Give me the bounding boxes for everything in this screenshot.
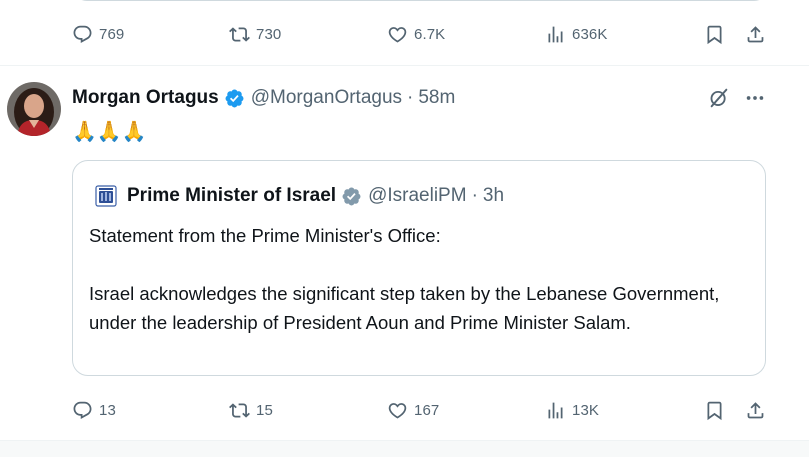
post-divider: [0, 65, 809, 66]
quoted-post-card[interactable]: Prime Minister of Israel @IsraeliPM · 3h…: [72, 160, 766, 376]
post-header: Morgan Ortagus @MorganOrtagus · 58m: [72, 85, 455, 111]
next-post-divider: [0, 440, 809, 457]
like-count: 167: [414, 401, 440, 419]
post-time[interactable]: 58m: [418, 87, 455, 109]
bookmark-button[interactable]: [704, 17, 725, 51]
repost-button[interactable]: 15: [229, 393, 273, 427]
bookmark-button[interactable]: [704, 393, 725, 427]
share-icon: [745, 24, 766, 45]
quoted-author-name[interactable]: Prime Minister of Israel: [127, 185, 336, 207]
reply-icon: [72, 400, 93, 421]
heart-icon: [387, 24, 408, 45]
post-text: 🙏🙏🙏: [72, 120, 147, 143]
view-count: 636K: [572, 25, 608, 43]
share-button[interactable]: [745, 393, 766, 427]
repost-button[interactable]: 730: [229, 17, 281, 51]
views-icon: [545, 400, 566, 421]
views-button[interactable]: 636K: [545, 17, 607, 51]
repost-count: 15: [256, 401, 273, 419]
previous-post-action-bar: 769 730 6.7K 636K: [0, 17, 809, 51]
quoted-author-handle[interactable]: @IsraeliPM: [368, 185, 466, 207]
verified-badge-icon: [224, 88, 245, 109]
reply-count: 769: [99, 25, 125, 43]
more-icon[interactable]: [742, 85, 768, 111]
gray-verified-badge-icon: [341, 186, 362, 207]
avatar-photo: [7, 82, 61, 136]
views-icon: [545, 24, 566, 45]
grok-icon[interactable]: [707, 85, 731, 111]
view-count: 13K: [572, 401, 599, 419]
post-action-bar: 13 15 167 13K: [0, 393, 809, 427]
quoted-post-header: Prime Minister of Israel @IsraeliPM · 3h: [95, 183, 504, 209]
share-button[interactable]: [745, 17, 766, 51]
reply-button[interactable]: 13: [72, 393, 116, 427]
reply-icon: [72, 24, 93, 45]
author-handle[interactable]: @MorganOrtagus: [251, 87, 402, 109]
quoted-post-time[interactable]: 3h: [483, 185, 504, 207]
author-name[interactable]: Morgan Ortagus: [72, 87, 219, 109]
quoted-paragraph: Israel acknowledges the significant step…: [89, 283, 720, 333]
previous-quote-card-edge: [72, 0, 769, 1]
repost-icon: [229, 24, 250, 45]
quoted-separator-dot: ·: [471, 185, 478, 206]
like-button[interactable]: 167: [387, 393, 439, 427]
share-icon: [745, 400, 766, 421]
bookmark-icon: [704, 24, 725, 45]
avatar[interactable]: [7, 82, 61, 136]
quoted-post-text: Statement from the Prime Minister's Offi…: [89, 221, 753, 337]
quoted-author-avatar: [95, 185, 117, 207]
reply-button[interactable]: 769: [72, 17, 124, 51]
reply-count: 13: [99, 401, 116, 419]
repost-icon: [229, 400, 250, 421]
bookmark-icon: [704, 400, 725, 421]
separator-dot: ·: [407, 87, 414, 108]
like-count: 6.7K: [414, 25, 446, 43]
like-button[interactable]: 6.7K: [387, 17, 445, 51]
repost-count: 730: [256, 25, 282, 43]
heart-icon: [387, 400, 408, 421]
quoted-paragraph: Statement from the Prime Minister's Offi…: [89, 225, 441, 246]
views-button[interactable]: 13K: [545, 393, 599, 427]
